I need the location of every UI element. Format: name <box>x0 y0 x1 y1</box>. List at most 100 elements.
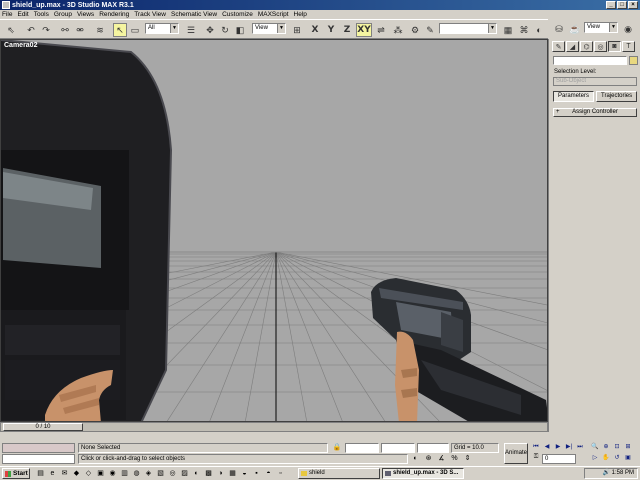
quicklaunch-app-icon-5[interactable]: ▥ <box>120 469 129 478</box>
named-selection-dropdown[interactable]: ▼ <box>439 23 497 34</box>
selection-filter-dropdown[interactable]: All ▼ <box>145 23 179 34</box>
object-name-field[interactable] <box>553 56 627 65</box>
go-to-start-icon[interactable]: ⏮ <box>531 443 541 453</box>
quicklaunch-app-icon-12[interactable]: ▩ <box>204 469 213 478</box>
quicklaunch-app-icon-4[interactable]: ◉ <box>108 469 117 478</box>
mirror-icon[interactable]: ⇌ <box>374 23 388 37</box>
quicklaunch-app-icon[interactable]: ◆ <box>72 469 81 478</box>
zoom-all-icon[interactable]: ⊕ <box>601 443 611 453</box>
menu-maxscript[interactable]: MAXScript <box>258 11 289 18</box>
menu-views[interactable]: Views <box>77 11 94 18</box>
quicklaunch-app-icon-14[interactable]: ▦ <box>228 469 237 478</box>
taskbar-item-3dsmax[interactable]: shield_up.max - 3D S... <box>382 468 464 479</box>
motion-tab-icon[interactable]: ◎ <box>594 41 607 52</box>
select-rotate-icon[interactable]: ↻ <box>218 23 232 37</box>
render-type-dropdown[interactable]: View ▼ <box>584 22 618 33</box>
zoom-extents-icon[interactable]: ⊡ <box>612 443 622 453</box>
modify-tab-icon[interactable]: ◢ <box>566 41 579 52</box>
quicklaunch-app-icon-17[interactable]: ◓ <box>264 469 273 478</box>
play-icon[interactable]: ▶ <box>553 443 563 453</box>
quicklaunch-app-icon-6[interactable]: ◍ <box>132 469 141 478</box>
render-last-icon[interactable]: ◉ <box>621 22 635 36</box>
menu-schematic-view[interactable]: Schematic View <box>171 11 217 18</box>
field-of-view-icon[interactable]: ▷ <box>590 454 600 464</box>
x-coordinate-field[interactable] <box>345 443 379 453</box>
close-icon[interactable]: × <box>628 1 638 9</box>
schematic-view-icon[interactable]: ⌘ <box>517 23 531 37</box>
hierarchy-tab-icon[interactable]: ⌬ <box>580 41 593 52</box>
redo-icon[interactable]: ↷ <box>39 23 53 37</box>
select-object-icon[interactable]: ↖ <box>113 23 127 37</box>
key-mode-icon[interactable]: ⚿ <box>531 454 541 464</box>
menu-tools[interactable]: Tools <box>34 11 49 18</box>
quicklaunch-app-icon-16[interactable]: ▪ <box>252 469 261 478</box>
undo-icon[interactable]: ↶ <box>24 23 38 37</box>
help-pointer-icon[interactable]: ⇖ <box>4 23 18 37</box>
orbit-icon[interactable]: ↺ <box>612 454 622 464</box>
z-coordinate-field[interactable] <box>417 443 449 453</box>
create-tab-icon[interactable]: ✎ <box>552 41 565 52</box>
show-desktop-icon[interactable]: ▤ <box>36 469 45 478</box>
degradation-override-icon[interactable]: ◐ <box>410 454 421 464</box>
restrict-x-button[interactable]: X <box>308 23 322 37</box>
bind-space-warp-icon[interactable]: ≋ <box>93 23 107 37</box>
angle-snap-icon[interactable]: ∡ <box>436 454 447 464</box>
utilities-tab-icon[interactable]: T <box>622 41 635 52</box>
percent-snap-icon[interactable]: % <box>449 454 460 464</box>
display-tab-icon[interactable]: ◙ <box>608 41 621 52</box>
outlook-express-icon[interactable]: ✉ <box>60 469 69 478</box>
snap-toggle-icon[interactable]: ⊛ <box>423 454 434 464</box>
quicklaunch-app-icon-8[interactable]: ▧ <box>156 469 165 478</box>
select-scale-icon[interactable]: ◧ <box>233 23 247 37</box>
array-icon[interactable]: ⁂ <box>391 23 405 37</box>
select-move-icon[interactable]: ✥ <box>203 23 217 37</box>
material-editor-icon[interactable]: ◐ <box>532 23 546 37</box>
restrict-z-button[interactable]: Z <box>340 23 354 37</box>
selection-lock-icon[interactable]: 🔒 <box>332 443 342 453</box>
quicklaunch-app-icon-13[interactable]: ◑ <box>216 469 225 478</box>
min-max-toggle-icon[interactable]: ▣ <box>623 454 633 464</box>
go-to-end-icon[interactable]: ⏭ <box>575 443 585 453</box>
zoom-icon[interactable]: 🔍 <box>590 443 600 453</box>
trajectories-button[interactable]: Trajectories <box>596 91 638 102</box>
pivot-center-icon[interactable]: ⊞ <box>290 23 304 37</box>
assign-controller-rollout[interactable]: + Assign Controller <box>553 108 637 117</box>
y-coordinate-field[interactable] <box>381 443 415 453</box>
previous-frame-icon[interactable]: ◀ <box>542 443 552 453</box>
menu-help[interactable]: Help <box>294 11 307 18</box>
time-slider[interactable]: 0 / 10 <box>0 422 548 432</box>
quicklaunch-app-icon-3[interactable]: ▣ <box>96 469 105 478</box>
align-icon[interactable]: ⚙ <box>408 23 422 37</box>
object-color-swatch[interactable] <box>629 56 638 65</box>
parameters-button[interactable]: Parameters <box>553 91 595 102</box>
quicklaunch-app-icon-15[interactable]: ◒ <box>240 469 249 478</box>
named-selection-icon[interactable]: ✎ <box>423 23 437 37</box>
maxscript-listener-box[interactable] <box>2 443 75 453</box>
current-frame-field[interactable]: 0 <box>542 454 576 464</box>
reference-coordinate-dropdown[interactable]: View ▼ <box>252 23 286 34</box>
quicklaunch-app-icon-9[interactable]: ◎ <box>168 469 177 478</box>
pan-icon[interactable]: ✋ <box>601 454 611 464</box>
volume-icon[interactable]: 🔊 <box>602 470 609 476</box>
menu-track-view[interactable]: Track View <box>134 11 166 18</box>
menu-file[interactable]: File <box>2 11 12 18</box>
taskbar-item-shield-folder[interactable]: shield <box>298 468 380 479</box>
animate-button[interactable]: Animate <box>504 443 528 464</box>
select-region-icon[interactable]: ▭ <box>128 23 142 37</box>
quicklaunch-app-icon-10[interactable]: ▨ <box>180 469 189 478</box>
restrict-xy-button[interactable]: XY <box>356 23 372 37</box>
quicklaunch-app-icon-11[interactable]: ◐ <box>192 469 201 478</box>
render-scene-icon[interactable]: ⛁ <box>552 22 566 36</box>
spinner-snap-icon[interactable]: ⇕ <box>462 454 473 464</box>
sub-object-dropdown[interactable]: Sub-Object <box>553 77 637 86</box>
menu-customize[interactable]: Customize <box>222 11 253 18</box>
restrict-y-button[interactable]: Y <box>324 23 338 37</box>
internet-explorer-icon[interactable]: e <box>48 469 57 478</box>
maximize-icon[interactable]: □ <box>617 1 627 9</box>
select-by-name-icon[interactable]: ☰ <box>184 23 198 37</box>
menu-rendering[interactable]: Rendering <box>99 11 129 18</box>
camera-viewport[interactable]: Camera02 <box>0 39 548 422</box>
viewport-label[interactable]: Camera02 <box>4 42 37 49</box>
menu-edit[interactable]: Edit <box>17 11 28 18</box>
select-link-icon[interactable]: ⚯ <box>58 23 72 37</box>
